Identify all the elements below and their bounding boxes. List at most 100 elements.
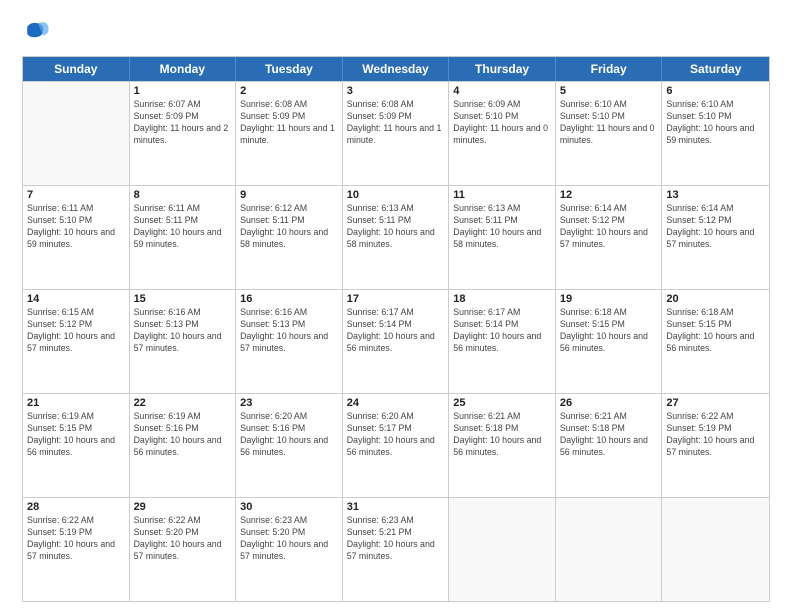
cell-day-number: 18 <box>453 293 551 305</box>
calendar-cell <box>662 498 769 601</box>
cell-info: Sunrise: 6:11 AMSunset: 5:11 PMDaylight:… <box>134 203 232 251</box>
calendar-cell: 23 Sunrise: 6:20 AMSunset: 5:16 PMDayligh… <box>236 394 343 497</box>
cell-info: Sunrise: 6:09 AMSunset: 5:10 PMDaylight:… <box>453 99 551 147</box>
cell-info: Sunrise: 6:08 AMSunset: 5:09 PMDaylight:… <box>347 99 445 147</box>
calendar-cell: 7 Sunrise: 6:11 AMSunset: 5:10 PMDaylight… <box>23 186 130 289</box>
calendar-cell: 4 Sunrise: 6:09 AMSunset: 5:10 PMDaylight… <box>449 82 556 185</box>
cell-day-number: 28 <box>27 501 125 513</box>
calendar-cell <box>556 498 663 601</box>
cell-info: Sunrise: 6:08 AMSunset: 5:09 PMDaylight:… <box>240 99 338 147</box>
calendar-row-3: 14 Sunrise: 6:15 AMSunset: 5:12 PMDayligh… <box>23 289 769 393</box>
calendar-cell: 21 Sunrise: 6:19 AMSunset: 5:15 PMDayligh… <box>23 394 130 497</box>
calendar-cell: 25 Sunrise: 6:21 AMSunset: 5:18 PMDayligh… <box>449 394 556 497</box>
cell-info: Sunrise: 6:14 AMSunset: 5:12 PMDaylight:… <box>666 203 765 251</box>
page: SundayMondayTuesdayWednesdayThursdayFrid… <box>0 0 792 612</box>
calendar-cell: 10 Sunrise: 6:13 AMSunset: 5:11 PMDayligh… <box>343 186 450 289</box>
cell-info: Sunrise: 6:17 AMSunset: 5:14 PMDaylight:… <box>347 307 445 355</box>
cell-day-number: 5 <box>560 85 658 97</box>
cell-day-number: 30 <box>240 501 338 513</box>
calendar-cell: 14 Sunrise: 6:15 AMSunset: 5:12 PMDayligh… <box>23 290 130 393</box>
cell-info: Sunrise: 6:07 AMSunset: 5:09 PMDaylight:… <box>134 99 232 147</box>
cell-day-number: 12 <box>560 189 658 201</box>
cell-day-number: 1 <box>134 85 232 97</box>
weekday-header-saturday: Saturday <box>662 57 769 81</box>
cell-info: Sunrise: 6:12 AMSunset: 5:11 PMDaylight:… <box>240 203 338 251</box>
cell-day-number: 25 <box>453 397 551 409</box>
header <box>22 18 770 46</box>
calendar-cell <box>449 498 556 601</box>
cell-day-number: 26 <box>560 397 658 409</box>
cell-day-number: 2 <box>240 85 338 97</box>
calendar-body: 1 Sunrise: 6:07 AMSunset: 5:09 PMDaylight… <box>23 81 769 601</box>
cell-info: Sunrise: 6:20 AMSunset: 5:17 PMDaylight:… <box>347 411 445 459</box>
cell-info: Sunrise: 6:18 AMSunset: 5:15 PMDaylight:… <box>560 307 658 355</box>
calendar-cell: 16Sunrise: 6:16 AMSunset: 5:13 PMDayligh… <box>236 290 343 393</box>
calendar-cell: 5 Sunrise: 6:10 AMSunset: 5:10 PMDaylight… <box>556 82 663 185</box>
calendar-cell: 11Sunrise: 6:13 AMSunset: 5:11 PMDayligh… <box>449 186 556 289</box>
calendar-header: SundayMondayTuesdayWednesdayThursdayFrid… <box>23 57 769 81</box>
cell-day-number: 21 <box>27 397 125 409</box>
cell-day-number: 31 <box>347 501 445 513</box>
cell-info: Sunrise: 6:16 AMSunset: 5:13 PMDaylight:… <box>134 307 232 355</box>
cell-day-number: 15 <box>134 293 232 305</box>
weekday-header-friday: Friday <box>556 57 663 81</box>
calendar-cell: 26 Sunrise: 6:21 AMSunset: 5:18 PMDayligh… <box>556 394 663 497</box>
cell-day-number: 27 <box>666 397 765 409</box>
cell-day-number: 3 <box>347 85 445 97</box>
cell-info: Sunrise: 6:21 AMSunset: 5:18 PMDaylight:… <box>453 411 551 459</box>
calendar-cell: 2 Sunrise: 6:08 AMSunset: 5:09 PMDaylight… <box>236 82 343 185</box>
calendar-row-2: 7 Sunrise: 6:11 AMSunset: 5:10 PMDaylight… <box>23 185 769 289</box>
calendar-row-4: 21 Sunrise: 6:19 AMSunset: 5:15 PMDayligh… <box>23 393 769 497</box>
cell-day-number: 4 <box>453 85 551 97</box>
calendar-cell: 20Sunrise: 6:18 AMSunset: 5:15 PMDayligh… <box>662 290 769 393</box>
calendar-cell: 9 Sunrise: 6:12 AMSunset: 5:11 PMDaylight… <box>236 186 343 289</box>
weekday-header-wednesday: Wednesday <box>343 57 450 81</box>
calendar-cell: 27Sunrise: 6:22 AMSunset: 5:19 PMDayligh… <box>662 394 769 497</box>
calendar-row-5: 28 Sunrise: 6:22 AMSunset: 5:19 PMDayligh… <box>23 497 769 601</box>
cell-day-number: 17 <box>347 293 445 305</box>
calendar-cell: 28 Sunrise: 6:22 AMSunset: 5:19 PMDayligh… <box>23 498 130 601</box>
calendar-cell: 15 Sunrise: 6:16 AMSunset: 5:13 PMDayligh… <box>130 290 237 393</box>
cell-info: Sunrise: 6:13 AMSunset: 5:11 PMDaylight:… <box>453 203 551 251</box>
cell-day-number: 9 <box>240 189 338 201</box>
cell-info: Sunrise: 6:11 AMSunset: 5:10 PMDaylight:… <box>27 203 125 251</box>
cell-info: Sunrise: 6:15 AMSunset: 5:12 PMDaylight:… <box>27 307 125 355</box>
weekday-header-monday: Monday <box>130 57 237 81</box>
cell-info: Sunrise: 6:21 AMSunset: 5:18 PMDaylight:… <box>560 411 658 459</box>
calendar-cell: 30 Sunrise: 6:23 AMSunset: 5:20 PMDayligh… <box>236 498 343 601</box>
cell-day-number: 22 <box>134 397 232 409</box>
calendar-cell: 12 Sunrise: 6:14 AMSunset: 5:12 PMDayligh… <box>556 186 663 289</box>
calendar-cell: 24 Sunrise: 6:20 AMSunset: 5:17 PMDayligh… <box>343 394 450 497</box>
cell-info: Sunrise: 6:10 AMSunset: 5:10 PMDaylight:… <box>560 99 658 147</box>
cell-info: Sunrise: 6:23 AMSunset: 5:20 PMDaylight:… <box>240 515 338 563</box>
cell-info: Sunrise: 6:20 AMSunset: 5:16 PMDaylight:… <box>240 411 338 459</box>
cell-info: Sunrise: 6:14 AMSunset: 5:12 PMDaylight:… <box>560 203 658 251</box>
cell-day-number: 29 <box>134 501 232 513</box>
cell-info: Sunrise: 6:22 AMSunset: 5:19 PMDaylight:… <box>27 515 125 563</box>
cell-day-number: 20 <box>666 293 765 305</box>
logo <box>22 18 54 46</box>
calendar-cell: 19Sunrise: 6:18 AMSunset: 5:15 PMDayligh… <box>556 290 663 393</box>
cell-info: Sunrise: 6:19 AMSunset: 5:15 PMDaylight:… <box>27 411 125 459</box>
cell-info: Sunrise: 6:17 AMSunset: 5:14 PMDaylight:… <box>453 307 551 355</box>
weekday-header-thursday: Thursday <box>449 57 556 81</box>
cell-info: Sunrise: 6:22 AMSunset: 5:20 PMDaylight:… <box>134 515 232 563</box>
cell-day-number: 6 <box>666 85 765 97</box>
cell-day-number: 14 <box>27 293 125 305</box>
cell-day-number: 24 <box>347 397 445 409</box>
calendar-cell: 29 Sunrise: 6:22 AMSunset: 5:20 PMDayligh… <box>130 498 237 601</box>
cell-info: Sunrise: 6:19 AMSunset: 5:16 PMDaylight:… <box>134 411 232 459</box>
calendar-cell: 1 Sunrise: 6:07 AMSunset: 5:09 PMDaylight… <box>130 82 237 185</box>
weekday-header-sunday: Sunday <box>23 57 130 81</box>
calendar-cell: 3 Sunrise: 6:08 AMSunset: 5:09 PMDaylight… <box>343 82 450 185</box>
cell-day-number: 8 <box>134 189 232 201</box>
cell-day-number: 7 <box>27 189 125 201</box>
cell-info: Sunrise: 6:13 AMSunset: 5:11 PMDaylight:… <box>347 203 445 251</box>
cell-info: Sunrise: 6:16 AMSunset: 5:13 PMDaylight:… <box>240 307 338 355</box>
cell-day-number: 23 <box>240 397 338 409</box>
calendar-cell: 17 Sunrise: 6:17 AMSunset: 5:14 PMDayligh… <box>343 290 450 393</box>
cell-info: Sunrise: 6:10 AMSunset: 5:10 PMDaylight:… <box>666 99 765 147</box>
calendar-cell: 13Sunrise: 6:14 AMSunset: 5:12 PMDayligh… <box>662 186 769 289</box>
cell-day-number: 10 <box>347 189 445 201</box>
calendar-cell: 6 Sunrise: 6:10 AMSunset: 5:10 PMDaylight… <box>662 82 769 185</box>
